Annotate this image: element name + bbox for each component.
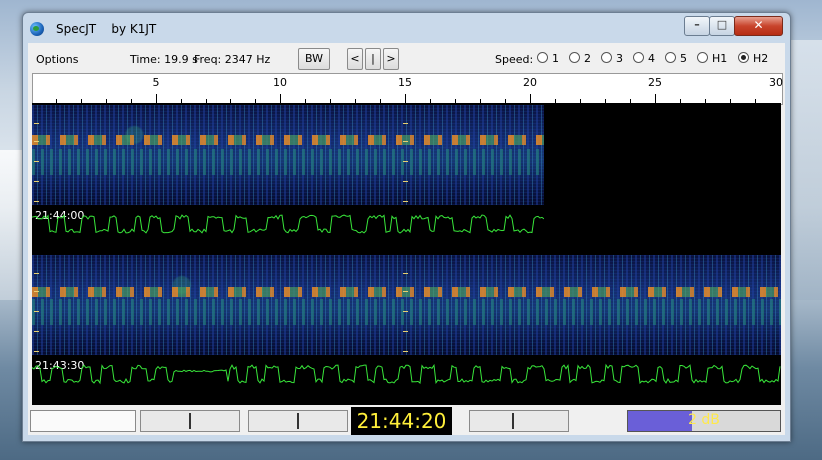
freq-marker (403, 273, 408, 274)
bw-button[interactable]: BW (298, 48, 330, 70)
radio-icon[interactable] (537, 52, 548, 63)
freq-readout: Freq: 2347 Hz (194, 53, 271, 66)
speed-radio-4[interactable]: 4 (633, 52, 655, 65)
time-readout: Time: 19.9 s (130, 53, 198, 66)
signal-level-meter: 2 dB (627, 410, 781, 432)
speed-radio-h2[interactable]: H2 (738, 52, 768, 65)
radio-icon[interactable] (601, 52, 612, 63)
freq-marker (403, 123, 408, 124)
radio-label: 3 (616, 52, 623, 65)
globe-icon (30, 22, 44, 36)
signal-trace (32, 363, 781, 385)
freq-marker (34, 141, 39, 142)
signal-harmonics (32, 299, 781, 325)
ruler-label: 25 (648, 76, 662, 89)
window-title: SpecJT by K1JT (56, 22, 157, 36)
signal-band (32, 135, 544, 145)
radio-icon[interactable] (697, 52, 708, 63)
signal-trace (32, 214, 544, 234)
waterfall-row (32, 105, 544, 205)
freq-marker (34, 181, 39, 182)
desktop-background-right (790, 40, 822, 300)
options-menu[interactable]: Options (36, 53, 78, 66)
speed-radio-3[interactable]: 3 (601, 52, 623, 65)
freq-marker (34, 291, 39, 292)
trace-line (32, 363, 781, 385)
freq-marker (403, 311, 408, 312)
freq-marker (403, 201, 408, 202)
brightness-slider[interactable] (469, 410, 569, 432)
ruler-label: 30 (769, 76, 783, 89)
freq-marker (34, 351, 39, 352)
freq-marker (403, 161, 408, 162)
status-panel (30, 410, 136, 432)
minimize-button[interactable]: – (684, 16, 710, 36)
radio-label: 1 (552, 52, 559, 65)
freq-marker (34, 331, 39, 332)
prev-button[interactable]: < (347, 48, 363, 70)
maximize-icon: □ (716, 18, 728, 31)
speed-label: Speed: (495, 53, 534, 66)
radio-label: 4 (648, 52, 655, 65)
zero-slider[interactable] (248, 410, 348, 432)
freq-marker (403, 331, 408, 332)
ruler-label: 20 (523, 76, 537, 89)
gain-slider[interactable] (140, 410, 240, 432)
speed-radio-5[interactable]: 5 (665, 52, 687, 65)
freq-marker (34, 123, 39, 124)
radio-icon[interactable] (665, 52, 676, 63)
pause-button[interactable]: | (365, 48, 381, 70)
freq-marker (403, 181, 408, 182)
client-area: Options Time: 19.9 s Freq: 2347 Hz BW < … (28, 43, 785, 435)
minimize-icon: – (694, 18, 700, 31)
speed-radio-2[interactable]: 2 (569, 52, 591, 65)
ruler-label: 10 (273, 76, 287, 89)
freq-marker (34, 201, 39, 202)
specjt-window: SpecJT by K1JT – □ ✕ Options Time: 19.9 … (22, 12, 791, 442)
slider-knob[interactable] (189, 413, 191, 429)
freq-marker (403, 141, 408, 142)
radio-label: H2 (753, 52, 769, 65)
radio-icon[interactable] (569, 52, 580, 63)
freq-marker (403, 351, 408, 352)
trace-line (32, 214, 544, 234)
signal-harmonics (32, 149, 544, 175)
spectrogram-display[interactable]: 21:44:00 21:43:30 (32, 103, 781, 405)
radio-label: 5 (680, 52, 687, 65)
slider-knob[interactable] (512, 413, 514, 429)
freq-marker (34, 161, 39, 162)
freq-marker (34, 273, 39, 274)
ruler-label: 5 (152, 76, 160, 89)
utc-clock: 21:44:20 (351, 407, 452, 435)
maximize-button[interactable]: □ (709, 16, 735, 36)
ruler-label: 15 (398, 76, 412, 89)
radio-icon[interactable] (738, 52, 749, 63)
next-button[interactable]: > (383, 48, 399, 70)
signal-band (32, 287, 781, 297)
level-text: 2 dB (688, 412, 720, 428)
freq-marker (403, 291, 408, 292)
title-bar[interactable]: SpecJT by K1JT – □ ✕ (23, 13, 790, 43)
speed-radio-h1[interactable]: H1 (697, 52, 727, 65)
radio-label: H1 (712, 52, 728, 65)
status-bar: 21:44:20 2 dB (28, 407, 785, 435)
close-button[interactable]: ✕ (734, 16, 783, 36)
toolbar: Options Time: 19.9 s Freq: 2347 Hz BW < … (28, 43, 785, 73)
freq-marker (34, 311, 39, 312)
slider-knob[interactable] (297, 413, 299, 429)
close-icon: ✕ (753, 18, 764, 32)
time-ruler: 5 10 15 20 25 30 (32, 73, 783, 105)
speed-radio-1[interactable]: 1 (537, 52, 559, 65)
waterfall-row (32, 255, 781, 355)
radio-icon[interactable] (633, 52, 644, 63)
radio-label: 2 (584, 52, 591, 65)
